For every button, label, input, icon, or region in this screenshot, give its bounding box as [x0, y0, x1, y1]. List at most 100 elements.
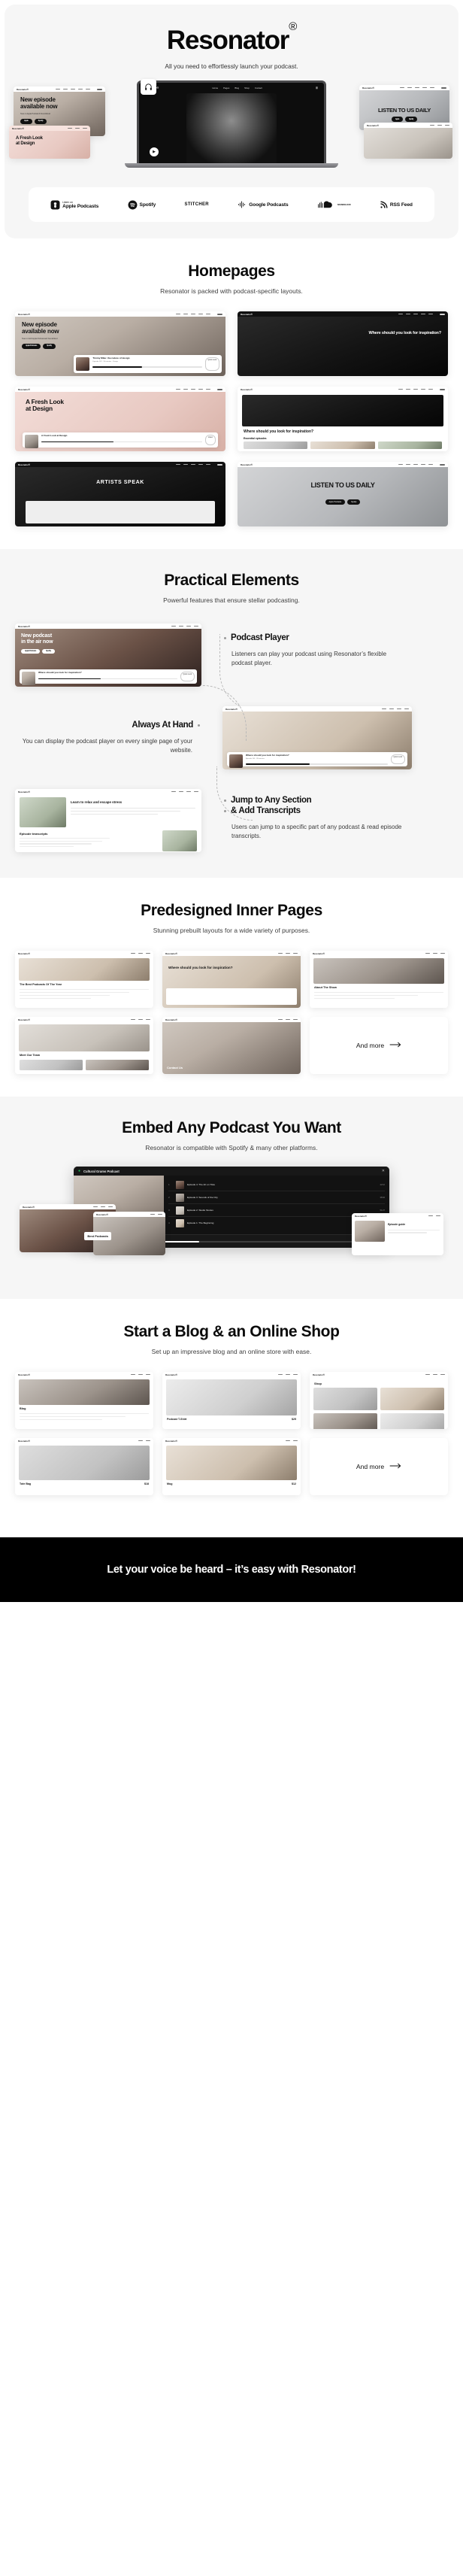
shop-card-4[interactable]: Resonator® Tote Bag $18	[15, 1438, 153, 1495]
shop-card-2-caption: Podcast T-Shirt	[167, 1418, 187, 1421]
inner-page-card-3[interactable]: Resonator® About The Show	[310, 951, 448, 1008]
mock-search[interactable]	[217, 463, 222, 466]
pill-apple[interactable]: Apple Podcasts	[22, 344, 41, 349]
mock-search[interactable]	[440, 463, 445, 466]
progress-bar[interactable]	[92, 366, 202, 369]
quick-look-button[interactable]: Quick Look	[390, 754, 405, 764]
progress-bar[interactable]	[246, 763, 388, 766]
pill-spotify[interactable]: Spotify	[34, 119, 47, 124]
mock-search[interactable]	[217, 388, 222, 390]
play-button-icon[interactable]: ▶	[150, 147, 159, 156]
mock-nav[interactable]	[176, 388, 210, 390]
badge-google-podcasts[interactable]: Google Podcasts	[238, 200, 289, 209]
mock-nav[interactable]	[382, 708, 409, 710]
pill-spotify[interactable]: Spotify	[43, 344, 56, 349]
shop-card-1[interactable]: Resonator® Blog	[15, 1372, 153, 1429]
pill-spotify[interactable]: Spotify	[405, 116, 418, 122]
embed-side-card-right[interactable]: Resonator® Episode guide	[352, 1213, 443, 1255]
feature-3-screenshot[interactable]: Resonator® Learn to relax and escape str…	[15, 789, 201, 852]
mock-nav[interactable]	[176, 313, 210, 315]
inner-page-3-lines	[314, 992, 443, 1000]
mock-nav[interactable]	[131, 1373, 150, 1376]
seek-bar[interactable]	[130, 1240, 376, 1242]
embed-right-body: Episode guide	[352, 1218, 443, 1255]
listen-button[interactable]: Listen	[204, 435, 216, 445]
progress-bar[interactable]	[41, 441, 202, 443]
nav-home[interactable]: Home	[212, 86, 218, 90]
feature-1-player[interactable]: Where should you look for inspiration? Q…	[20, 669, 197, 685]
mock-search[interactable]	[440, 313, 445, 315]
mock-search[interactable]	[217, 313, 222, 315]
nav-blog[interactable]: Blog	[235, 86, 239, 90]
hero-card-left-lower[interactable]: Resonator® A Fresh Look at Design	[9, 126, 90, 159]
mock-nav[interactable]	[93, 1206, 113, 1208]
progress-bar[interactable]	[38, 678, 177, 680]
laptop-nav-links[interactable]: Home Pages Blog Shop Contact	[212, 86, 262, 90]
mock-nav[interactable]	[278, 952, 298, 954]
shop-and-more[interactable]: And more	[310, 1438, 448, 1495]
badge-apple-podcasts[interactable]: Listen on Apple Podcasts	[50, 200, 98, 210]
pill-spotify[interactable]: Spotify	[347, 499, 361, 505]
mock-nav[interactable]	[398, 388, 433, 390]
shop-card-5[interactable]: Resonator® Mug $12	[162, 1438, 301, 1495]
feature-1-screenshot[interactable]: Resonator® New podcast in the air now App…	[15, 624, 201, 687]
track-row[interactable]: 1 Episode 4: The Art on Tiste 42:10	[168, 1179, 385, 1191]
shop-card-5-price: $12	[292, 1482, 296, 1485]
hero-card-right-lower[interactable]: Resonator®	[364, 123, 452, 159]
homepage-card-4-section: Essential episodes	[244, 437, 267, 440]
homepage-card-5[interactable]: Resonator® ARTISTS SPEAK	[15, 462, 225, 526]
badge-soundcloud[interactable]: SOUNDCLOUD	[317, 200, 351, 209]
mock-search[interactable]	[440, 388, 445, 390]
mock-nav[interactable]	[398, 313, 433, 315]
mock-brand: Resonator®	[17, 87, 29, 91]
shop-card-3[interactable]: Resonator® Shop	[310, 1372, 448, 1429]
badge-stitcher[interactable]: STITCHER	[185, 202, 209, 207]
mock-nav[interactable]	[398, 463, 433, 466]
mock-nav[interactable]	[428, 1215, 440, 1217]
homepage-card-3[interactable]: Resonator® A Fresh Look at Design A Fresh…	[15, 387, 225, 451]
quick-look-button[interactable]: Quick Look	[180, 672, 195, 681]
menu-icon[interactable]: ☰	[316, 86, 318, 90]
feature-2-screenshot[interactable]: Resonator® Where should you look for ins…	[222, 706, 412, 769]
inner-pages-and-more[interactable]: And more	[310, 1017, 448, 1074]
track-number: 4	[168, 1221, 170, 1224]
mock-nav[interactable]	[278, 1018, 298, 1021]
mock-nav[interactable]	[278, 1373, 298, 1376]
homepage-card-4[interactable]: Resonator® Where should you look for ins…	[238, 387, 448, 451]
mock-nav[interactable]	[131, 952, 150, 954]
mock-nav[interactable]	[425, 952, 445, 954]
mock-nav[interactable]	[171, 625, 198, 627]
nav-shop[interactable]: Shop	[244, 86, 250, 90]
nav-pages[interactable]: Pages	[223, 86, 229, 90]
pill-apple[interactable]: Apple	[391, 116, 404, 122]
mock-nav[interactable]	[131, 1018, 150, 1021]
nav-contact[interactable]: Contact	[255, 86, 262, 90]
homepage-card-1[interactable]: Resonator® New episode available now Now …	[15, 311, 225, 376]
mock-nav[interactable]	[425, 1373, 445, 1376]
mock-nav[interactable]	[138, 1440, 150, 1442]
mock-nav[interactable]	[171, 790, 198, 793]
feature-2-player[interactable]: Where should you look for inspiration? E…	[227, 752, 407, 768]
homepage-card-2[interactable]: Resonator® Where should you look for ins…	[238, 311, 448, 376]
pill-spotify[interactable]: Spotify	[42, 648, 55, 654]
badge-rss-feed[interactable]: RSS Feed	[380, 201, 413, 209]
pill-apple[interactable]: Apple Podcasts	[21, 648, 41, 654]
pill-apple[interactable]: Apple	[20, 119, 32, 124]
mock-nav[interactable]	[286, 1440, 298, 1442]
inner-page-card-2[interactable]: Resonator® Where should you look for ins…	[162, 951, 301, 1008]
episode-player[interactable]: A Fresh Look at Design Listen	[23, 432, 218, 448]
mock-nav[interactable]	[176, 463, 210, 466]
homepage-card-6[interactable]: Resonator® LISTEN TO US DAILY Apple Podc…	[238, 462, 448, 526]
pill-apple[interactable]: Apple Podcasts	[325, 499, 346, 505]
inner-page-card-4[interactable]: Resonator® Meet Our Team	[15, 1017, 153, 1074]
episode-player[interactable]: Timmy Mike: the nature of design Episode…	[74, 355, 222, 373]
quick-look-button[interactable]: Quick Look	[204, 357, 219, 371]
homepages-grid: Resonator® New episode available now Now …	[15, 311, 448, 526]
track-row[interactable]: 2 Episode 3: Sounds of the City 38:02	[168, 1191, 385, 1204]
shop-card-2[interactable]: Resonator® Podcast T-Shirt $25	[162, 1372, 301, 1429]
badge-spotify[interactable]: Spotify	[128, 200, 156, 210]
inner-page-card-1[interactable]: Resonator® The Best Podcasts Of The Year	[15, 951, 153, 1008]
close-icon[interactable]: ✕	[382, 1169, 385, 1173]
mock-nav[interactable]	[150, 1213, 162, 1215]
inner-page-card-5[interactable]: Resonator® Contact Us	[162, 1017, 301, 1074]
